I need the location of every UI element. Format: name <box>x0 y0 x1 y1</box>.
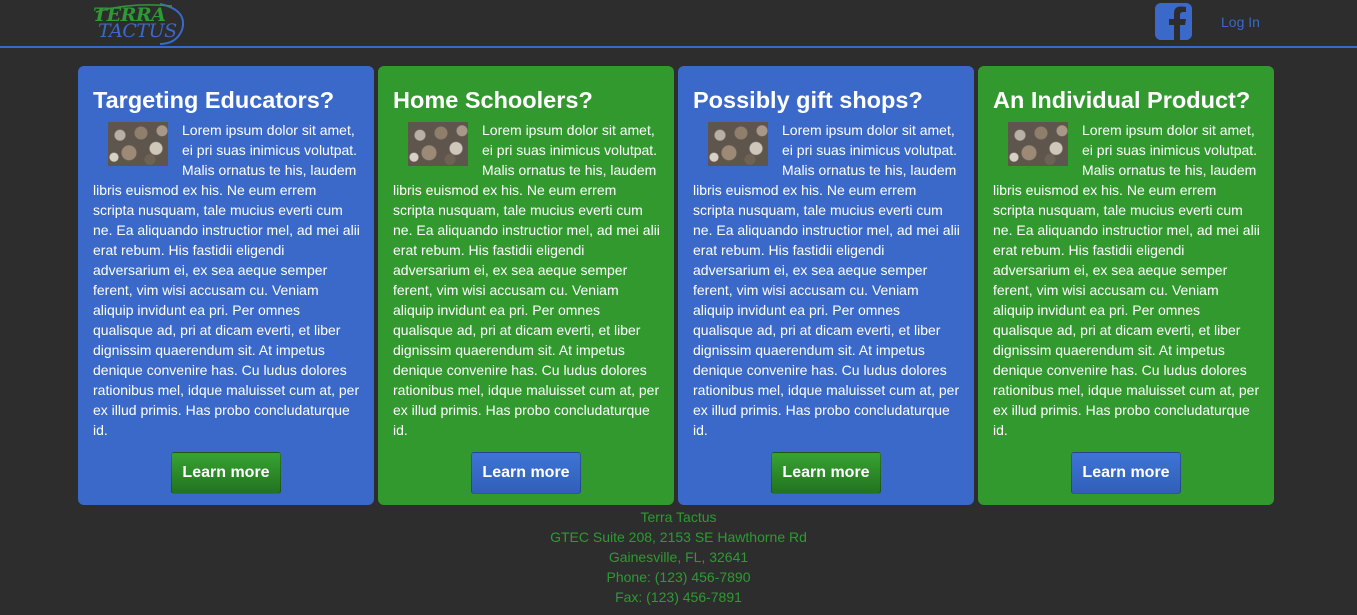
footer-address-line2: Gainesville, FL, 32641 <box>608 549 749 565</box>
card-gift-shops: Possibly gift shops? Lorem ipsum dolor s… <box>678 66 974 505</box>
learn-more-button[interactable]: Learn more <box>171 452 281 494</box>
card-individual-product: An Individual Product? Lorem ipsum dolor… <box>978 66 1274 505</box>
footer: Terra Tactus GTEC Suite 208, 2153 SE Haw… <box>0 507 1357 607</box>
card-body: Lorem ipsum dolor sit amet, ei pri suas … <box>93 120 360 440</box>
card-home-schoolers: Home Schoolers? Lorem ipsum dolor sit am… <box>378 66 674 505</box>
pebbles-image <box>408 122 468 166</box>
card-title: Home Schoolers? <box>393 87 593 113</box>
footer-address-line1: GTEC Suite 208, 2153 SE Hawthorne Rd <box>550 529 807 545</box>
footer-phone: Phone: (123) 456-7890 <box>606 569 751 585</box>
card-body: Lorem ipsum dolor sit amet, ei pri suas … <box>393 120 660 440</box>
card-text: Lorem ipsum dolor sit amet, ei pri suas … <box>393 122 660 438</box>
logo-text-tactus: TACTUS <box>98 20 177 42</box>
pebbles-image <box>108 122 168 166</box>
footer-company: Terra Tactus <box>640 509 717 525</box>
card-text: Lorem ipsum dolor sit amet, ei pri suas … <box>693 122 960 438</box>
footer-fax: Fax: (123) 456-7891 <box>615 589 742 605</box>
logo[interactable]: TERRA TACTUS <box>90 0 190 46</box>
navbar: TERRA TACTUS Log In <box>0 0 1357 48</box>
learn-more-button[interactable]: Learn more <box>471 452 581 494</box>
card-title: Targeting Educators? <box>93 87 335 113</box>
cards-row: Targeting Educators? Lorem ipsum dolor s… <box>78 66 1274 505</box>
card-text: Lorem ipsum dolor sit amet, ei pri suas … <box>993 122 1260 438</box>
card-body: Lorem ipsum dolor sit amet, ei pri suas … <box>993 120 1260 440</box>
facebook-icon[interactable] <box>1155 3 1192 40</box>
card-text: Lorem ipsum dolor sit amet, ei pri suas … <box>93 122 360 438</box>
pebbles-image <box>1008 122 1068 166</box>
card-title: An Individual Product? <box>993 87 1251 113</box>
login-link[interactable]: Log In <box>1221 14 1260 30</box>
card-body: Lorem ipsum dolor sit amet, ei pri suas … <box>693 120 960 440</box>
card-title: Possibly gift shops? <box>693 87 923 113</box>
pebbles-image <box>708 122 768 166</box>
card-educators: Targeting Educators? Lorem ipsum dolor s… <box>78 66 374 505</box>
learn-more-button[interactable]: Learn more <box>771 452 881 494</box>
learn-more-button[interactable]: Learn more <box>1071 452 1181 494</box>
